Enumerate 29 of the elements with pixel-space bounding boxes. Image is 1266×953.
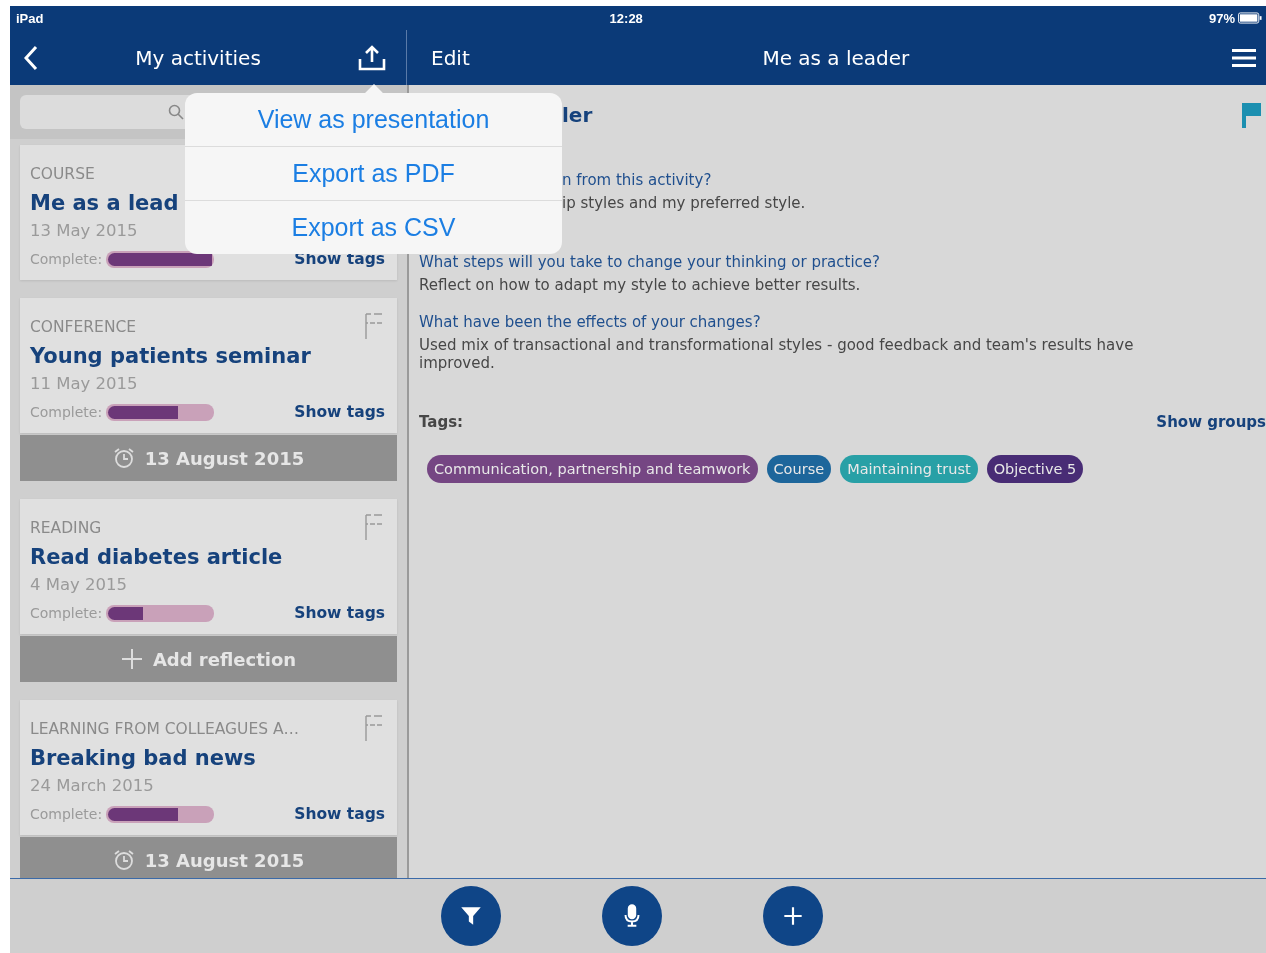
activity-date: 4 May 2015 (30, 575, 128, 594)
complete-label: Complete: (30, 605, 103, 621)
clock-time: 12:28 (609, 10, 643, 26)
activity-category: CONFERENCE (30, 318, 137, 336)
question-text: n from this activity? (562, 171, 713, 189)
activity-category: LEARNING FROM COLLEAGUES A… (30, 720, 300, 738)
answer-text: Used mix of transactional and transformational styles - good feedback and team's results have improved. (419, 335, 1135, 373)
answer-text: ip styles and my preferred style. (562, 194, 807, 213)
complete-label: Complete: (30, 806, 103, 822)
activity-title: Young patients seminar (30, 344, 311, 368)
activity-date: 13 May 2015 (30, 221, 138, 240)
complete-label: Complete: (30, 404, 103, 420)
nav-title: My activities (134, 45, 262, 70)
answer-text: Reflect on how to adapt my style to achieve better results. (419, 275, 862, 295)
activity-title: Breaking bad news (30, 746, 256, 770)
activity-category: COURSE (30, 165, 95, 183)
question-text: What steps will you take to change your thinking or practice? (419, 252, 882, 271)
tags-label: Tags: (419, 413, 464, 431)
activity-title: Me as a lead (30, 191, 179, 215)
nav-title: Me as a leader (761, 45, 911, 70)
activity-date: 24 March 2015 (30, 776, 154, 795)
device-name: iPad (16, 10, 44, 26)
complete-label: Complete: (30, 251, 103, 267)
activity-title: ler (562, 103, 593, 127)
battery-percent: 97% (1208, 10, 1235, 26)
activity-title: Read diabetes article (30, 545, 283, 569)
question-text: What have been the effects of your changes? (419, 312, 762, 331)
activity-category: READING (30, 519, 102, 537)
activity-date: 11 May 2015 (30, 374, 138, 393)
